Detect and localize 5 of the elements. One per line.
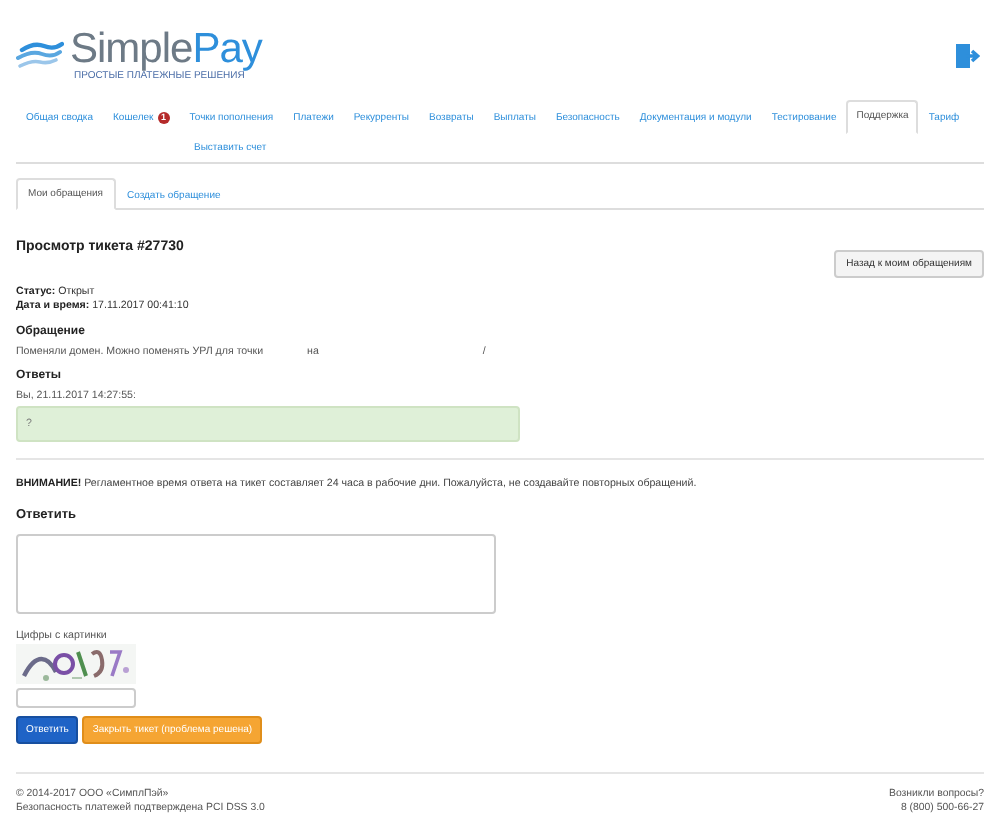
reply-textarea[interactable] bbox=[16, 534, 496, 614]
logout-icon[interactable] bbox=[956, 44, 980, 68]
brand-logo[interactable]: SimplePay bbox=[70, 30, 262, 70]
logo-icon bbox=[16, 38, 64, 74]
captcha-input[interactable] bbox=[16, 688, 136, 708]
